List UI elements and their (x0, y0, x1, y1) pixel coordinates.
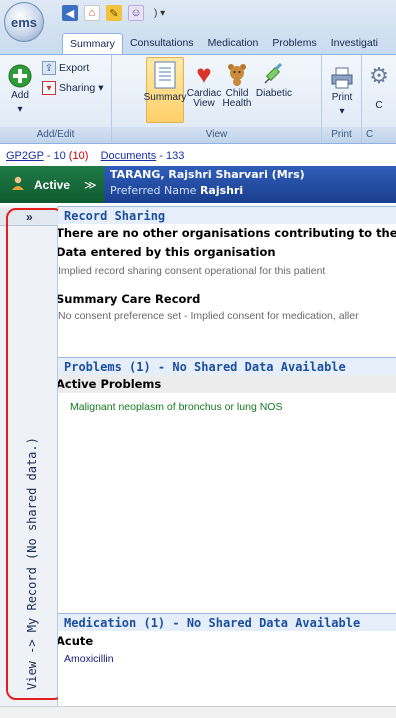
gear-icon: ⚙ (369, 63, 389, 88)
view-group-label: View (112, 127, 321, 143)
cardiac-view-button[interactable]: ♥ Cardiac View (187, 59, 221, 109)
export-label: Export (59, 62, 90, 74)
diabetic-label: Diabetic (255, 88, 293, 99)
consent-status-text: Implied record sharing consent operation… (58, 265, 326, 277)
patient-status-panel[interactable]: Active ≫ (0, 166, 104, 203)
counts-bar: GP2GP - 10 (10) Documents - 133 (0, 147, 396, 165)
active-problems-label: Active Problems (58, 377, 162, 391)
print-button[interactable]: Print ▾ (327, 63, 357, 117)
documents-link[interactable]: Documents (101, 150, 157, 162)
preferred-name-label: Preferred Name (110, 184, 197, 197)
tab-investigations[interactable]: Investigati (324, 33, 385, 54)
record-sharing-header: Record Sharing (58, 206, 396, 224)
partial-label: C (375, 100, 383, 111)
sharing-label: Sharing (59, 82, 96, 94)
add-dropdown-icon: ▾ (17, 104, 23, 115)
chevron-down-icon[interactable]: ≫ (84, 178, 97, 192)
printer-icon (329, 63, 355, 93)
child-health-label: Health (222, 98, 252, 109)
ribbon: Add ▾ ⇪ Export ▾ Sharing ▾ Add/Edit Summ… (0, 54, 396, 144)
patient-details: TARANG, Rajshri Sharvari (Mrs) Preferred… (104, 166, 396, 203)
export-icon: ⇪ (42, 61, 56, 75)
add-button[interactable]: Add ▾ (6, 61, 34, 115)
sharing-button[interactable]: ▾ Sharing ▾ (42, 81, 103, 95)
acute-medication-label: Acute (58, 634, 94, 648)
ribbon-tabs: Summary Consultations Medication Problem… (62, 33, 385, 54)
gp2gp-count: - 10 (43, 150, 69, 162)
add-edit-group: Add ▾ ⇪ Export ▾ Sharing ▾ Add/Edit (0, 55, 112, 143)
print-label: Print (331, 92, 353, 103)
user-icon[interactable]: ☺ (128, 5, 144, 21)
sharing-dropdown-icon: ▾ (98, 82, 104, 94)
home-icon[interactable]: ⌂ (84, 5, 100, 21)
gp2gp-red-count: (10) (68, 150, 89, 162)
sharing-icon: ▾ (42, 81, 56, 95)
problem-item[interactable]: Malignant neoplasm of bronchus or lung N… (70, 401, 282, 413)
partial-group-label: C (362, 127, 396, 143)
syringe-icon (261, 59, 287, 89)
export-button[interactable]: ⇪ Export (42, 61, 89, 75)
view-my-record-toggle[interactable]: View -> My Record (No shared data.) (25, 437, 39, 690)
cardiac-view-label: View (193, 98, 215, 109)
add-icon (7, 61, 33, 91)
documents-count: - 133 (156, 150, 185, 162)
print-group: Print ▾ Print (322, 55, 362, 143)
medication-item[interactable]: Amoxicillin (64, 653, 114, 665)
teddy-bear-icon (224, 59, 250, 89)
title-bar: ems ◀ ⌂ ✎ ☺ ) ▾ Summary Consultations Me… (0, 0, 396, 54)
diabetic-view-button[interactable]: Diabetic (253, 59, 295, 99)
tab-summary[interactable]: Summary (62, 33, 123, 54)
add-label: Add (11, 90, 29, 101)
record-sharing-summary: There are no other organisations contrib… (58, 226, 396, 240)
person-icon (10, 175, 26, 194)
quick-access-toolbar: ◀ ⌂ ✎ ☺ ) ▾ (62, 4, 165, 22)
data-entered-header: Data entered by this organisation (58, 245, 276, 259)
heart-icon: ♥ (196, 59, 212, 89)
print-group-label: Print (322, 127, 361, 143)
customize-toolbar-icon[interactable]: ) ▾ (154, 8, 165, 19)
summary-content: Record Sharing There are no other organi… (58, 206, 396, 706)
gp2gp-link[interactable]: GP2GP (6, 150, 44, 162)
preferred-name-value: Rajshri (199, 184, 244, 197)
summary-label: Summary (143, 92, 187, 103)
patient-name: TARANG, Rajshri Sharvari (Mrs) (110, 168, 305, 181)
tab-problems[interactable]: Problems (265, 33, 323, 54)
problems-header: Problems (1) - No Shared Data Available (58, 357, 396, 375)
tab-medication[interactable]: Medication (201, 33, 266, 54)
back-icon[interactable]: ◀ (62, 5, 78, 21)
tab-consultations[interactable]: Consultations (123, 33, 201, 54)
summary-icon (152, 60, 178, 90)
child-health-button[interactable]: Child Health (220, 59, 254, 109)
add-edit-group-label: Add/Edit (0, 127, 111, 143)
preferred-name-row: Preferred Name Rajshri (110, 184, 390, 197)
summary-view-button[interactable]: Summary (143, 57, 187, 123)
double-chevron-icon: » (26, 210, 33, 224)
app-logo: ems (10, 14, 38, 30)
print-dropdown-icon: ▾ (339, 106, 345, 117)
application-menu-button[interactable]: ems (4, 2, 44, 42)
expand-panel-button[interactable]: » (0, 208, 58, 226)
status-strip (0, 706, 396, 718)
partial-button[interactable]: ⚙ C (366, 61, 392, 111)
patient-status: Active (34, 177, 71, 192)
scr-header: Summary Care Record (58, 292, 201, 306)
edit-icon[interactable]: ✎ (106, 5, 122, 21)
medication-header: Medication (1) - No Shared Data Availabl… (58, 613, 396, 631)
patient-banner: Active ≫ TARANG, Rajshri Sharvari (Mrs) … (0, 166, 396, 203)
scr-consent-text: No consent preference set - Implied cons… (58, 310, 359, 322)
view-group: Summary ♥ Cardiac View Child Health Diab… (112, 55, 322, 143)
partial-group: ⚙ C C (362, 55, 396, 143)
